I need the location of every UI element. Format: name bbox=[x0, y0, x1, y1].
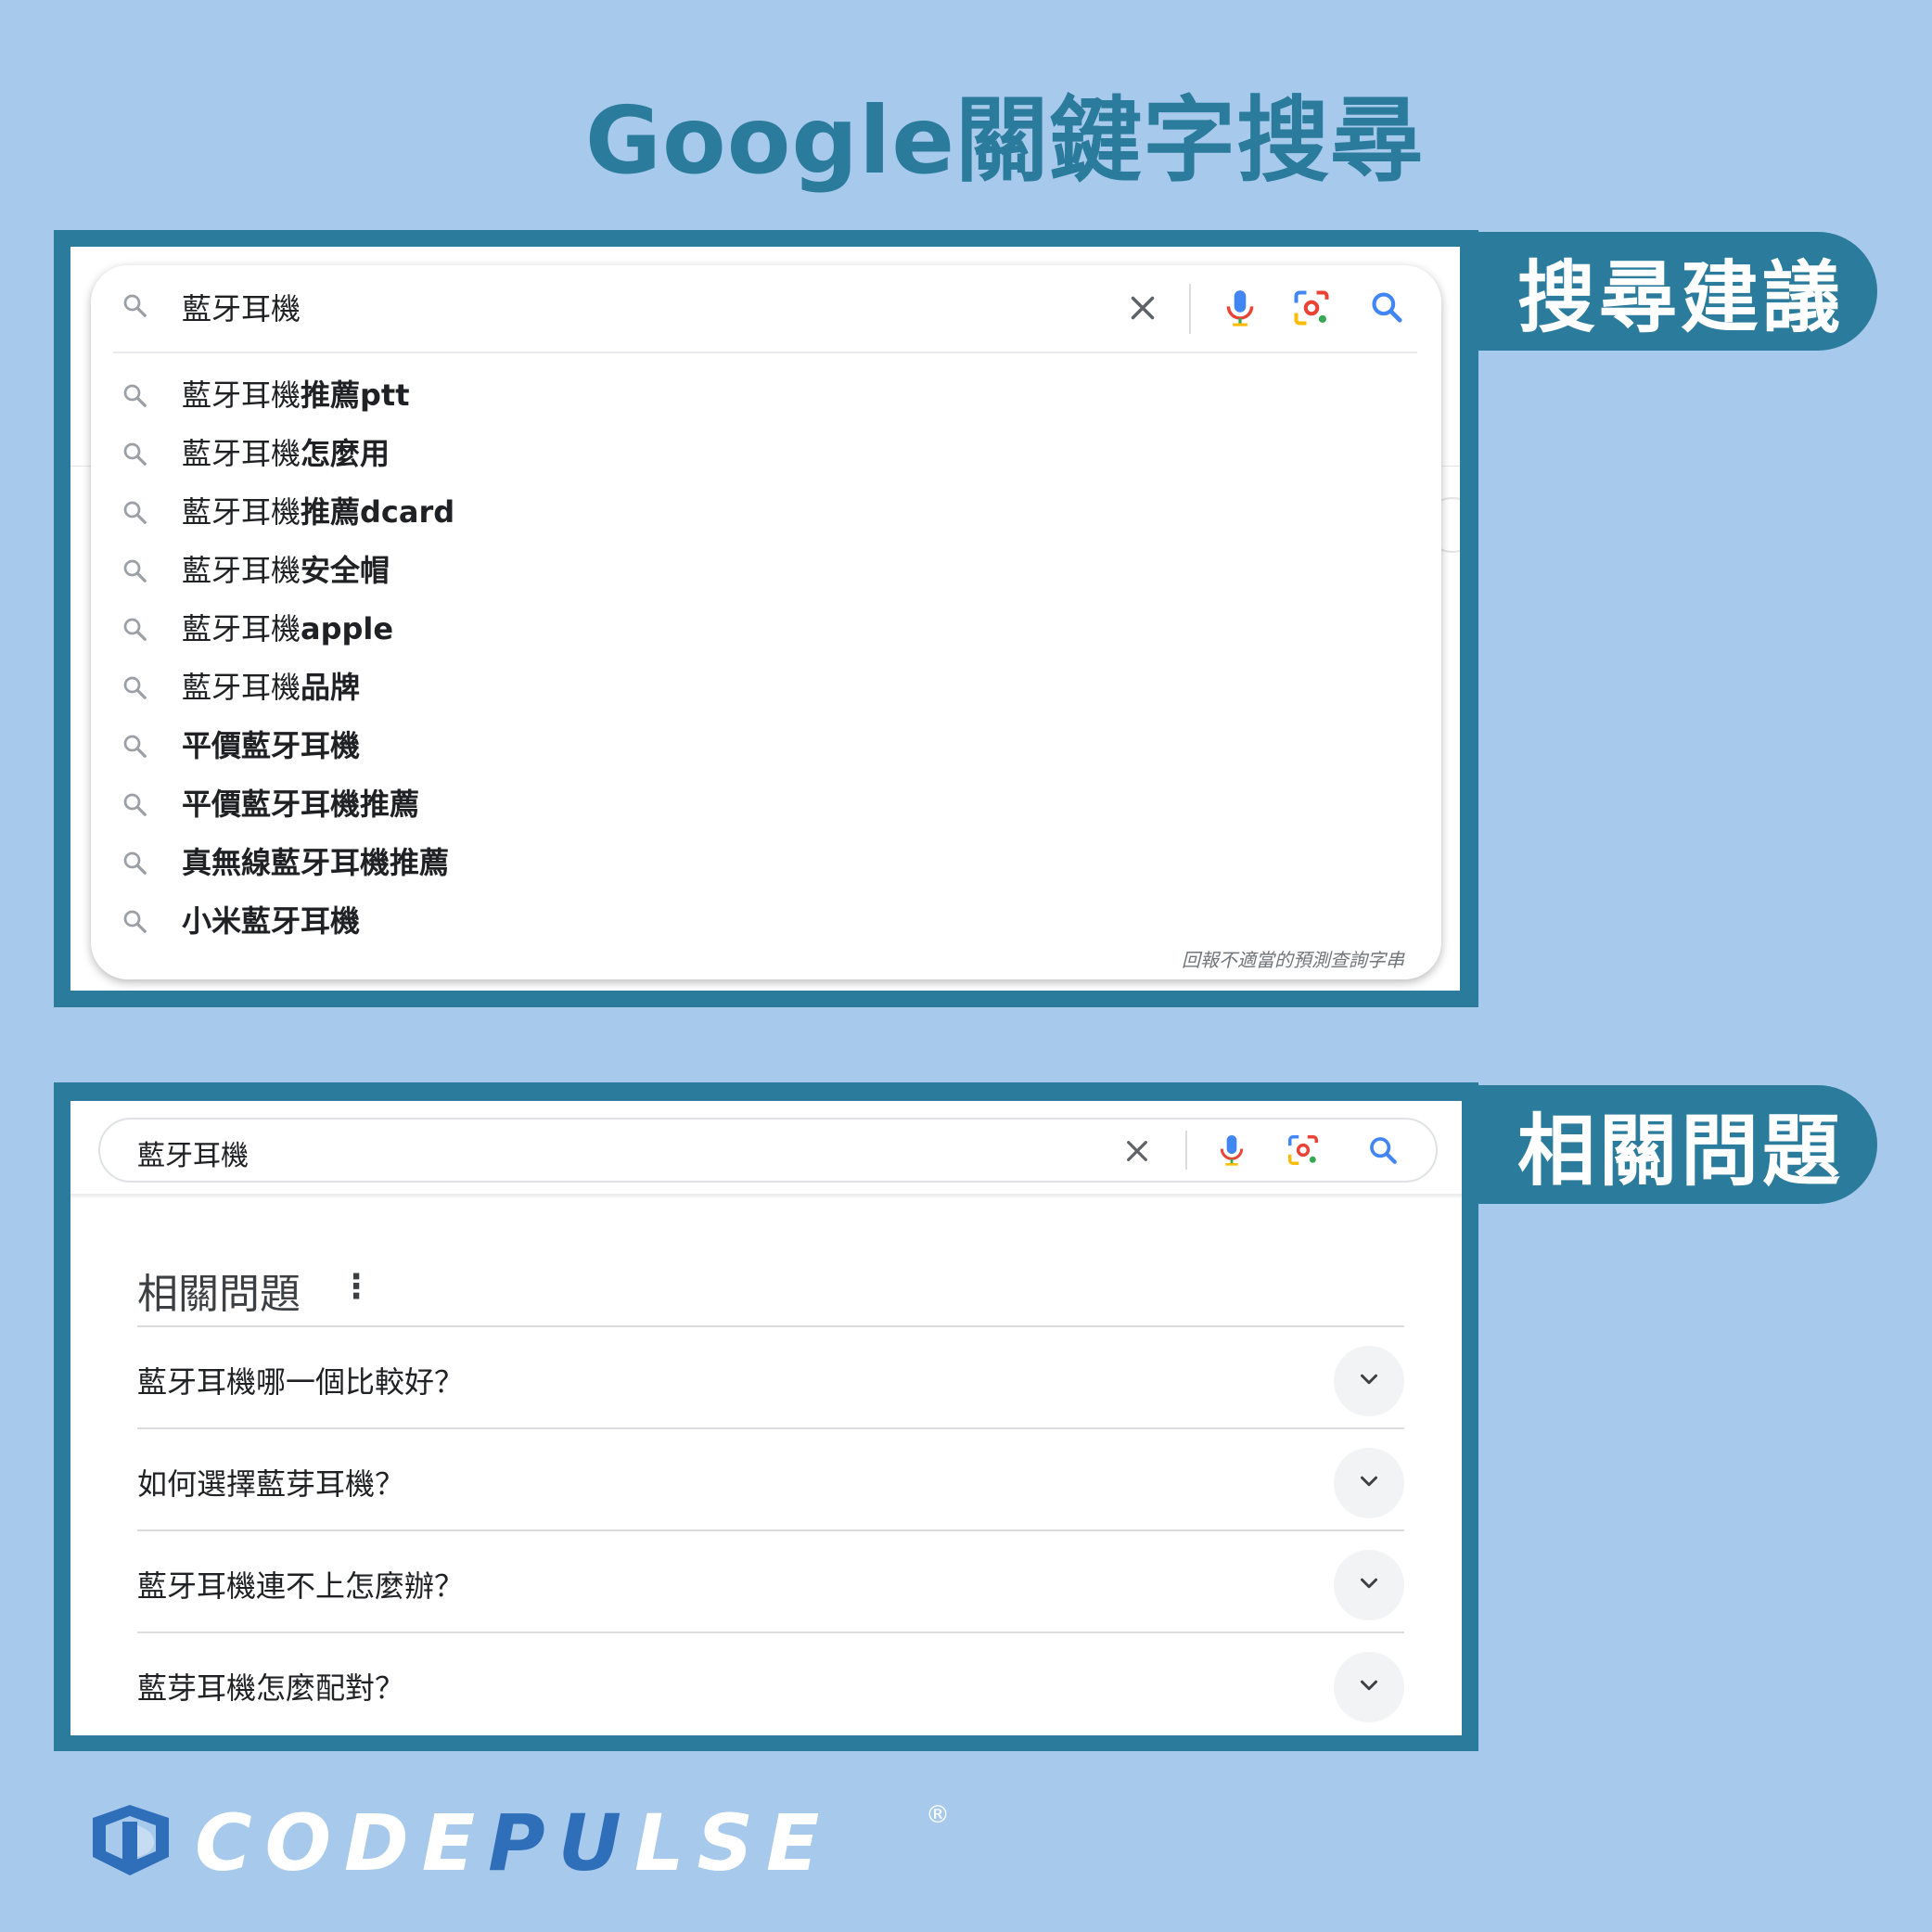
suggestion-text: 藍牙耳機品牌 bbox=[182, 664, 360, 707]
suggestion-item[interactable]: 真無線藍牙耳機推薦 bbox=[91, 831, 1441, 889]
suggestion-completion: 真無線藍牙耳機推薦 bbox=[182, 844, 450, 880]
paa-question[interactable]: 如何選擇藍芽耳機？ bbox=[137, 1427, 1404, 1529]
expand-button[interactable] bbox=[1334, 1448, 1404, 1518]
suggestion-item[interactable]: 平價藍牙耳機 bbox=[91, 714, 1441, 773]
suggestion-prefix: 藍牙耳機 bbox=[182, 435, 301, 471]
related-screenshot: 藍牙耳機 相關問題 ⋮ 藍牙耳機哪一個比較好？ 如何選擇藍芽耳機？ 藍牙耳機連不上怎… bbox=[70, 1101, 1462, 1735]
paa-question-text: 如何選擇藍芽耳機？ bbox=[137, 1466, 405, 1502]
search-icon bbox=[121, 732, 148, 763]
search-icon bbox=[121, 673, 148, 705]
search-icon bbox=[121, 615, 148, 646]
paa-question-text: 藍牙耳機哪一個比較好？ bbox=[137, 1364, 465, 1400]
suggestion-text: 藍牙耳機apple bbox=[182, 606, 393, 648]
more-options-icon[interactable]: ⋮ bbox=[339, 1268, 373, 1306]
autocomplete-dropdown: 藍牙耳機 藍牙耳機推薦ptt 藍牙耳機怎麼用 藍牙耳機推薦dcard 藍牙耳機安全帽藍… bbox=[91, 265, 1441, 979]
logo-wordmark: CODEPULSE bbox=[195, 1798, 832, 1888]
suggestion-completion: 安全帽 bbox=[301, 552, 390, 588]
logo-mark-icon bbox=[93, 1805, 169, 1875]
chevron-down-icon bbox=[1355, 1569, 1383, 1601]
chevron-down-icon bbox=[1355, 1671, 1383, 1703]
expand-button[interactable] bbox=[1334, 1346, 1404, 1416]
lens-icon[interactable] bbox=[1286, 1132, 1321, 1171]
paa-question-text: 藍芽耳機怎麼配對？ bbox=[137, 1670, 405, 1706]
search-icon bbox=[121, 498, 148, 530]
mic-icon[interactable] bbox=[1217, 1132, 1247, 1171]
suggestion-completion: 推薦ptt bbox=[301, 377, 410, 413]
mic-icon[interactable] bbox=[1222, 288, 1258, 332]
suggestion-item[interactable]: 平價藍牙耳機推薦 bbox=[91, 773, 1441, 831]
search-icon bbox=[121, 557, 148, 588]
suggestion-prefix: 藍牙耳機 bbox=[182, 610, 301, 646]
search-input[interactable]: 藍牙耳機 bbox=[137, 1132, 249, 1173]
suggestions-screenshot: 藍牙耳機 藍牙耳機推薦ptt 藍牙耳機怎麼用 藍牙耳機推薦dcard 藍牙耳機安全帽藍… bbox=[70, 247, 1460, 991]
logo-text-pu: PU bbox=[488, 1798, 634, 1888]
suggestion-list: 藍牙耳機推薦ptt 藍牙耳機怎麼用 藍牙耳機推薦dcard 藍牙耳機安全帽 藍牙耳機ap… bbox=[91, 364, 1441, 948]
suggestions-label: 搜尋建議 bbox=[1478, 232, 1877, 351]
suggestion-item[interactable]: 藍牙耳機推薦ptt bbox=[91, 364, 1441, 422]
suggestion-text: 藍牙耳機推薦dcard bbox=[182, 489, 454, 531]
clear-icon[interactable] bbox=[1122, 1136, 1152, 1170]
suggestion-text: 藍牙耳機安全帽 bbox=[182, 547, 390, 590]
suggestion-completion: apple bbox=[301, 610, 394, 646]
suggestion-item[interactable]: 藍牙耳機安全帽 bbox=[91, 539, 1441, 597]
page-title: Google關鍵字搜尋 bbox=[584, 86, 1425, 195]
suggestion-text: 平價藍牙耳機推薦 bbox=[182, 781, 419, 824]
suggestion-prefix: 藍牙耳機 bbox=[182, 493, 301, 530]
report-link[interactable]: 回報不適當的預測查詢字串 bbox=[1182, 945, 1404, 972]
expand-button[interactable] bbox=[1334, 1550, 1404, 1620]
dropdown-divider bbox=[113, 352, 1417, 353]
header-shadow bbox=[70, 1194, 1462, 1199]
suggestion-prefix: 藍牙耳機 bbox=[182, 377, 301, 413]
suggestion-text: 平價藍牙耳機 bbox=[182, 723, 360, 765]
paa-question-text: 藍牙耳機連不上怎麼辦？ bbox=[137, 1568, 465, 1604]
registered-mark: ® bbox=[926, 1801, 950, 1829]
suggestion-completion: 推薦dcard bbox=[301, 493, 455, 530]
suggestion-item[interactable]: 藍牙耳機怎麼用 bbox=[91, 422, 1441, 480]
suggestion-completion: 小米藍牙耳機 bbox=[182, 902, 361, 939]
toolbar-separator bbox=[1189, 284, 1191, 334]
paa-question[interactable]: 藍牙耳機哪一個比較好？ bbox=[137, 1325, 1404, 1427]
suggestion-text: 小米藍牙耳機 bbox=[182, 898, 360, 940]
suggestion-completion: 怎麼用 bbox=[301, 435, 390, 471]
suggestion-completion: 品牌 bbox=[301, 669, 361, 705]
search-submit-icon[interactable] bbox=[1369, 289, 1404, 328]
logo-text-lse: LSE bbox=[633, 1798, 833, 1888]
paa-question[interactable]: 藍芽耳機怎麼配對？ bbox=[137, 1631, 1404, 1734]
suggestion-completion: 平價藍牙耳機推薦 bbox=[182, 786, 420, 822]
search-icon bbox=[121, 849, 148, 880]
search-icon bbox=[121, 790, 148, 822]
search-icon bbox=[121, 291, 148, 323]
suggestion-text: 藍牙耳機推薦ptt bbox=[182, 372, 410, 415]
suggestion-item[interactable]: 藍牙耳機品牌 bbox=[91, 656, 1441, 714]
chevron-down-icon bbox=[1355, 1365, 1383, 1397]
related-label: 相關問題 bbox=[1478, 1085, 1877, 1204]
toolbar-separator bbox=[1185, 1131, 1187, 1170]
paa-question[interactable]: 藍牙耳機連不上怎麼辦？ bbox=[137, 1529, 1404, 1631]
expand-button[interactable] bbox=[1334, 1652, 1404, 1722]
suggestion-item[interactable]: 藍牙耳機apple bbox=[91, 597, 1441, 656]
logo-text-code: CODE bbox=[195, 1798, 489, 1888]
search-input[interactable]: 藍牙耳機 bbox=[182, 286, 301, 328]
suggestion-completion: 平價藍牙耳機 bbox=[182, 727, 361, 763]
paa-list: 藍牙耳機哪一個比較好？ 如何選擇藍芽耳機？ 藍牙耳機連不上怎麼辦？ 藍芽耳機怎麼配對？ bbox=[137, 1325, 1404, 1734]
search-bar[interactable]: 藍牙耳機 bbox=[91, 265, 1441, 351]
suggestion-text: 藍牙耳機怎麼用 bbox=[182, 430, 390, 473]
suggestion-text: 真無線藍牙耳機推薦 bbox=[182, 839, 449, 882]
suggestion-prefix: 藍牙耳機 bbox=[182, 669, 301, 705]
search-icon bbox=[121, 381, 148, 413]
search-bar[interactable]: 藍牙耳機 bbox=[98, 1118, 1438, 1183]
search-submit-icon[interactable] bbox=[1367, 1134, 1399, 1170]
chevron-down-icon bbox=[1355, 1467, 1383, 1499]
suggestion-item[interactable]: 藍牙耳機推薦dcard bbox=[91, 480, 1441, 539]
paa-title: 相關問題 bbox=[137, 1271, 301, 1318]
suggestion-item[interactable]: 小米藍牙耳機 bbox=[91, 889, 1441, 948]
search-icon bbox=[121, 440, 148, 471]
lens-icon[interactable] bbox=[1291, 288, 1332, 332]
search-icon bbox=[121, 907, 148, 939]
suggestion-prefix: 藍牙耳機 bbox=[182, 552, 301, 588]
clear-icon[interactable] bbox=[1126, 291, 1159, 328]
